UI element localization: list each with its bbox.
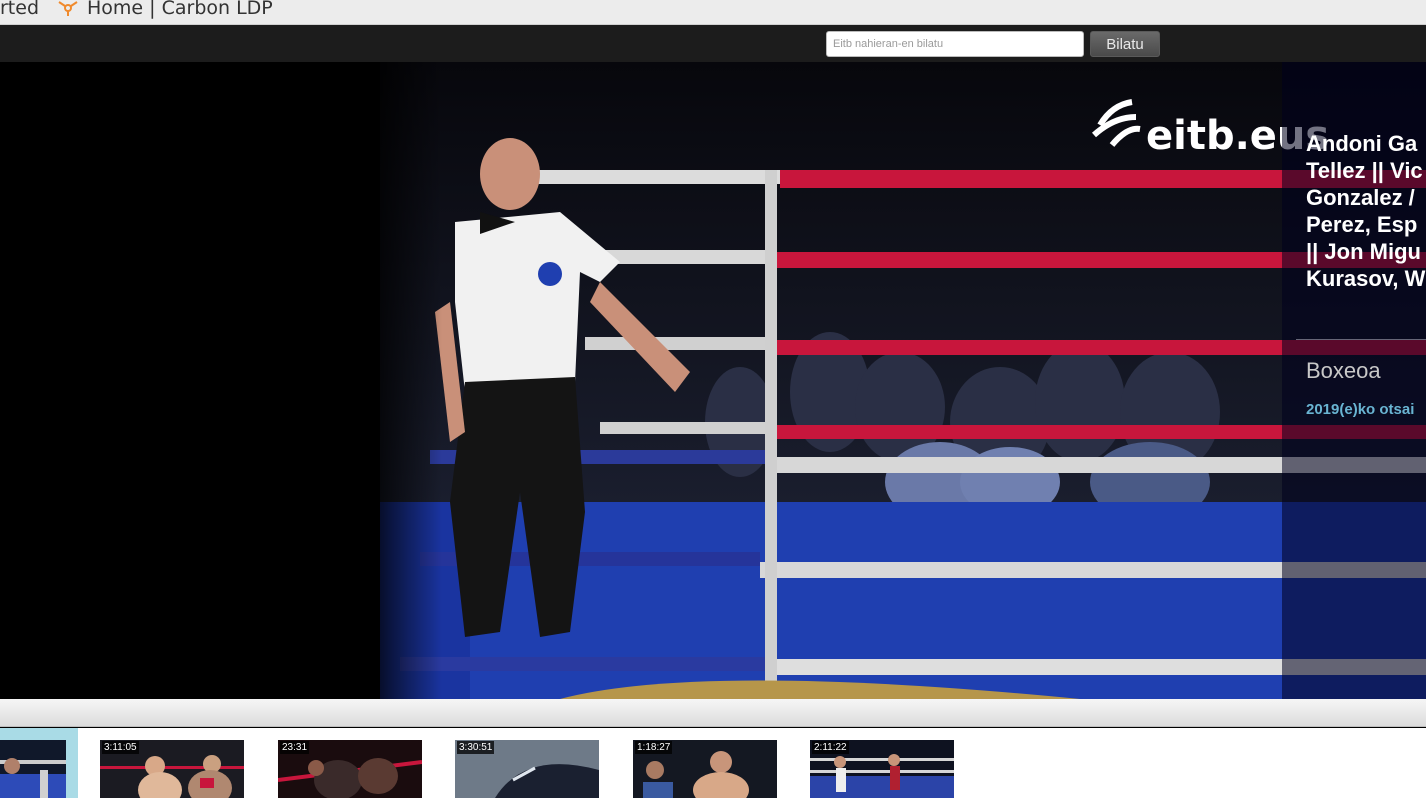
search-button[interactable]: Bilatu [1090,31,1160,57]
thumbnail-2-duration: 23:31 [280,741,310,754]
thumbnail-0[interactable] [0,740,66,798]
bookmark-home-label: Home | Carbon LDP [87,0,273,19]
video-category[interactable]: Boxeoa [1306,358,1381,384]
video-frame: eitb.eus [0,62,1426,699]
info-divider [1296,339,1426,340]
thumbnail-5[interactable]: 2:11:22 [810,740,954,798]
carbon-ldp-icon [58,1,78,16]
bookmark-truncated-label: rted [0,0,40,19]
thumbnail-1-duration: 3:11:05 [102,741,139,754]
thumbnail-strip-header [0,699,1426,727]
bookmark-truncated[interactable]: rted [0,0,39,21]
video-info-panel: Andoni Ga Tellez || Vic Gonzalez / Perez… [1282,62,1426,699]
thumbnail-4-duration: 1:18:27 [635,741,673,754]
site-header: Bilatu [0,25,1426,62]
thumbnail-strip: 3:11:05 23:31 3:30:51 1:18:27 2:11:22 [0,728,1426,798]
thumbnail-1[interactable]: 3:11:05 [100,740,244,798]
thumbnail-0-image [0,740,66,798]
thumbnail-2[interactable]: 23:31 [278,740,422,798]
video-date: 2019(e)ko otsai [1306,401,1415,418]
bookmark-carbon-home[interactable]: Home | Carbon LDP [57,0,273,21]
thumbnail-5-duration: 2:11:22 [812,741,849,754]
search-input[interactable] [826,31,1084,57]
thumbnail-3-duration: 3:30:51 [457,741,495,754]
thumbnail-3[interactable]: 3:30:51 [455,740,599,798]
thumbnail-4[interactable]: 1:18:27 [633,740,777,798]
bookmarks-bar: rted Home | Carbon LDP [0,0,1426,25]
video-title[interactable]: Andoni Ga Tellez || Vic Gonzalez / Perez… [1306,130,1426,292]
video-player[interactable]: eitb.eus Andoni Ga Tellez || Vic Gonzale… [0,62,1426,699]
